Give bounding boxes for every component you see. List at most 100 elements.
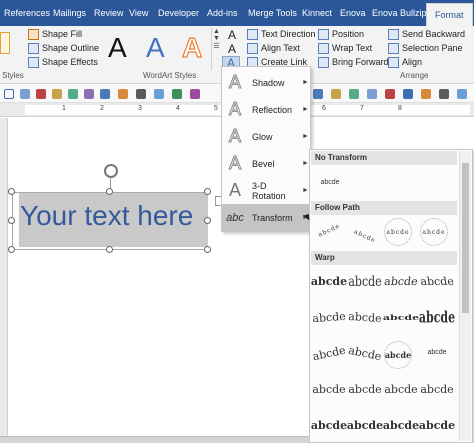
resize-handle-left[interactable] <box>8 217 15 224</box>
scrollbar-thumb[interactable] <box>462 163 469 313</box>
path-circle[interactable]: abcde <box>384 218 412 246</box>
search-icon[interactable] <box>4 89 14 99</box>
toolbar-icon-12[interactable] <box>313 89 323 99</box>
toolbar-icon-7[interactable] <box>118 89 128 99</box>
warp-inflate[interactable]: abcde <box>383 413 419 437</box>
warp-double-wave-1[interactable]: abcde <box>311 413 347 437</box>
path-button[interactable]: abcde <box>420 218 448 246</box>
wordart-style-orange-outline[interactable]: A <box>181 31 202 64</box>
textbox-text[interactable]: Your text here <box>20 200 193 232</box>
toolbar-icon-15[interactable] <box>367 89 377 99</box>
warp-chevron-down[interactable]: abcde <box>347 304 383 330</box>
tab-format[interactable]: Format <box>426 3 473 26</box>
tab-review[interactable]: Review <box>94 0 124 26</box>
toolbar-icon-14[interactable] <box>349 89 359 99</box>
bring-forward-button[interactable]: Bring Forward <box>318 56 389 69</box>
toolbar-icon-5[interactable] <box>84 89 94 99</box>
toolbar-icon-9[interactable] <box>154 89 164 99</box>
toolbar-icon-6[interactable] <box>100 89 110 99</box>
warp-circle[interactable]: abcde <box>384 341 412 369</box>
resize-handle-bottom[interactable] <box>106 246 113 253</box>
toolbar-icon-4[interactable] <box>68 89 78 99</box>
text-direction-button[interactable]: Text Direction <box>247 28 316 41</box>
toolbar-icon-17[interactable] <box>403 89 413 99</box>
warp-ring-inside[interactable]: abcde <box>383 309 419 326</box>
position-button[interactable]: Position <box>318 28 364 41</box>
wrap-text-button[interactable]: Wrap Text <box>318 42 372 55</box>
resize-handle-bottom-right[interactable] <box>204 246 211 253</box>
toolbar-icon-1[interactable] <box>20 89 30 99</box>
menu-item-3d-rotation[interactable]: A 3-D Rotation ► <box>222 177 310 204</box>
tab-enova[interactable]: Enova <box>340 0 366 26</box>
toolbar-icon-10[interactable] <box>172 89 182 99</box>
warp-ring-outside[interactable]: abcde <box>419 300 455 334</box>
warp-arch-up[interactable]: abcde <box>310 338 348 369</box>
menu-item-reflection[interactable]: A Reflection ► <box>222 96 310 123</box>
warp-double-wave-2[interactable]: abcde <box>347 413 383 437</box>
warp-can-up[interactable]: abcde <box>312 377 346 401</box>
toolbar-icon-19[interactable] <box>439 89 449 99</box>
warp-square[interactable]: abcde <box>311 269 347 293</box>
align-button[interactable]: Align <box>388 56 422 69</box>
tab-references[interactable]: References <box>4 0 50 26</box>
text-outline-button[interactable]: A <box>223 42 241 56</box>
menu-item-bevel[interactable]: A Bevel ► <box>222 150 310 177</box>
warp-chevron-up[interactable]: abcde <box>311 304 347 330</box>
rotate-handle-icon[interactable] <box>104 164 118 178</box>
tab-kinnect[interactable]: Kinnect <box>302 0 332 26</box>
tab-developer[interactable]: Developer <box>158 0 199 26</box>
text-fill-button[interactable]: A <box>223 28 241 42</box>
tab-mailings[interactable]: Mailings <box>53 0 86 26</box>
toolbar-icon-18[interactable] <box>421 89 431 99</box>
toolbar-icon-3[interactable] <box>52 89 62 99</box>
no-transform-option[interactable]: abcde <box>312 170 348 194</box>
menu-item-transform[interactable]: abc Transform ► <box>222 204 310 231</box>
warp-deflate[interactable]: abcde <box>419 413 455 437</box>
align-text-button[interactable]: Align Text <box>247 42 300 55</box>
wordart-style-blue[interactable]: A <box>146 32 165 64</box>
resize-handle-bottom-left[interactable] <box>8 246 15 253</box>
shape-outline-button[interactable]: Shape Outline <box>28 42 99 55</box>
shape-fill-button[interactable]: Shape Fill <box>28 28 82 41</box>
resize-handle-top-left[interactable] <box>8 188 15 195</box>
ruler-mark-5: 5 <box>214 105 218 112</box>
warp-can-down[interactable]: abcde <box>348 377 382 401</box>
menu-item-glow[interactable]: A Glow ► <box>222 123 310 150</box>
resize-handle-right[interactable] <box>204 217 211 224</box>
menu-item-shadow[interactable]: A Shadow ► <box>222 69 310 96</box>
warp-triangle-up[interactable]: abcde <box>382 269 419 293</box>
warp-wave-1[interactable]: abcde <box>384 377 418 401</box>
menu-item-label: Glow <box>252 131 273 142</box>
wordart-gallery-scroll[interactable]: ▲ ▼ ☰ <box>211 28 221 70</box>
vertical-ruler[interactable] <box>0 118 8 436</box>
shape-effects-button[interactable]: Shape Effects <box>28 56 98 69</box>
tab-merge-tools[interactable]: Merge Tools <box>248 0 297 26</box>
path-arch-up[interactable]: abcde <box>309 212 350 248</box>
gallery-scrollbar[interactable] <box>459 151 471 441</box>
warp-wave-2[interactable]: abcde <box>420 377 454 401</box>
toolbar-icon-8[interactable] <box>136 89 146 99</box>
ruler-mark-2: 2 <box>100 105 104 112</box>
shape-preset-icon[interactable] <box>0 32 10 54</box>
selection-pane-button[interactable]: Selection Pane <box>388 42 463 55</box>
resize-handle-top-right[interactable] <box>204 188 211 195</box>
warp-button[interactable]: abcde <box>420 341 454 365</box>
tab-enova-bullzip[interactable]: Enova Bullzip <box>372 0 427 26</box>
tab-view[interactable]: View <box>129 0 148 26</box>
path-arch-down[interactable]: abcde <box>345 218 386 254</box>
resize-handle-top[interactable] <box>106 188 113 195</box>
tab-add-ins[interactable]: Add-ins <box>207 0 238 26</box>
toolbar-icon-16[interactable] <box>385 89 395 99</box>
wordart-style-black[interactable]: A <box>108 32 127 64</box>
toolbar-icon-13[interactable] <box>331 89 341 99</box>
toolbar-icon-2[interactable] <box>36 89 46 99</box>
warp-arch-down[interactable]: abcde <box>346 338 384 369</box>
text-effects-menu: A Shadow ► A Reflection ► A Glow ► A Bev… <box>221 66 311 232</box>
toolbar-icon-20[interactable] <box>457 89 467 99</box>
warp-stop[interactable]: abcde <box>348 265 382 296</box>
send-backward-button[interactable]: Send Backward <box>388 28 465 41</box>
warp-triangle-down[interactable]: abcde <box>418 269 455 293</box>
send-backward-label: Send Backward <box>402 29 466 39</box>
align-label: Align <box>402 57 423 67</box>
toolbar-icon-11[interactable] <box>190 89 200 99</box>
